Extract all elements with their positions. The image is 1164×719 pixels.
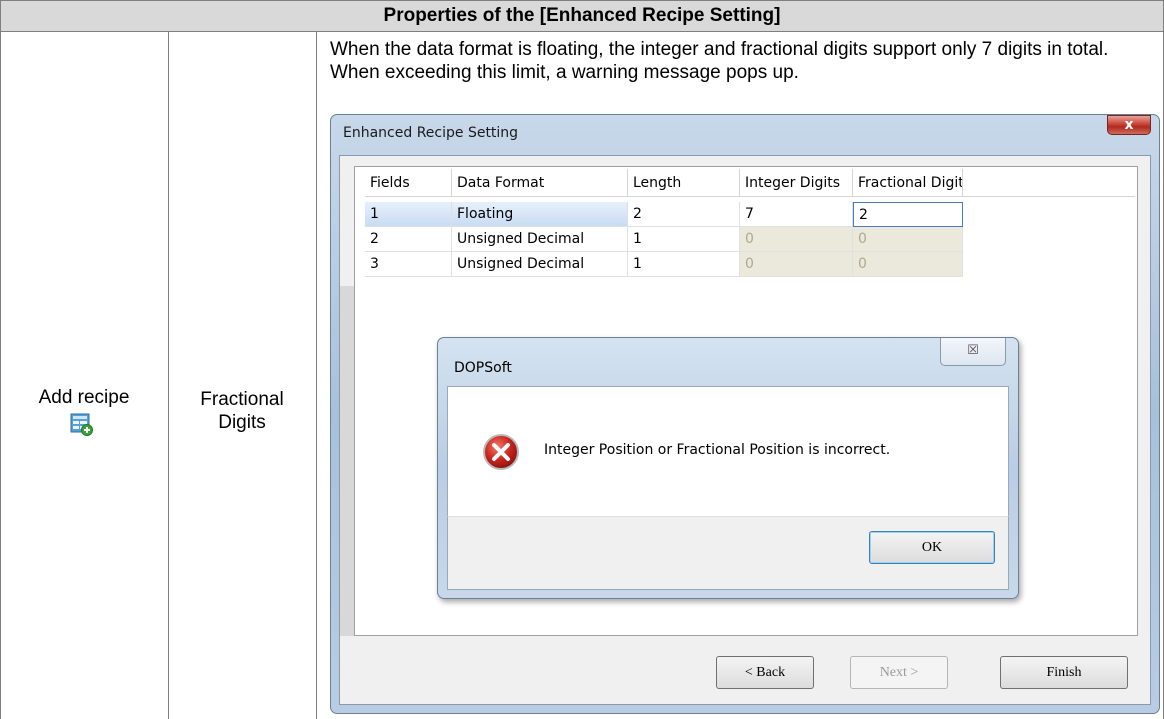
property-label: Fractional Digits bbox=[168, 388, 316, 434]
header-length[interactable]: Length bbox=[628, 169, 740, 197]
cell-field[interactable]: 1 bbox=[365, 202, 452, 227]
feature-label: Add recipe bbox=[38, 387, 130, 408]
cell-data-format[interactable]: Floating bbox=[452, 202, 628, 227]
window-close-button[interactable]: x bbox=[1107, 115, 1151, 135]
header-integer-digits[interactable]: Integer Digits bbox=[740, 169, 853, 197]
header-fields[interactable]: Fields bbox=[365, 169, 452, 197]
grid-header: Fields Data Format Length Integer Digits… bbox=[365, 169, 1135, 197]
message-box-footer: OK bbox=[447, 516, 1009, 590]
error-icon bbox=[483, 434, 519, 470]
cell-integer-digits[interactable]: 7 bbox=[740, 202, 853, 227]
add-recipe-icon bbox=[70, 413, 93, 436]
message-box-title: DOPSoft bbox=[454, 360, 512, 376]
cell-feature: Add recipe bbox=[0, 32, 168, 719]
table-row[interactable]: 2 Unsigned Decimal 1 0 0 bbox=[365, 227, 965, 252]
table-row[interactable]: 3 Unsigned Decimal 1 0 0 bbox=[365, 252, 965, 277]
cell-data-format[interactable]: Unsigned Decimal bbox=[452, 227, 628, 252]
cell-integer-digits: 0 bbox=[740, 227, 853, 252]
finish-button[interactable]: Finish bbox=[1000, 656, 1128, 689]
table-row[interactable]: 1 Floating 2 7 2 bbox=[365, 202, 965, 227]
cell-length[interactable]: 2 bbox=[628, 202, 740, 227]
message-box-close-button[interactable]: ☒ bbox=[940, 338, 1006, 366]
cell-length[interactable]: 1 bbox=[628, 227, 740, 252]
property-label-line1: Fractional bbox=[200, 389, 284, 410]
window-title: Enhanced Recipe Setting bbox=[343, 125, 519, 141]
column-divider bbox=[316, 32, 317, 719]
message-box-body: Integer Position or Fractional Position … bbox=[447, 386, 1009, 516]
window-side-strip bbox=[340, 286, 354, 636]
back-button[interactable]: < Back bbox=[716, 656, 814, 689]
description-text: When the data format is floating, the in… bbox=[330, 39, 1109, 83]
cell-data-format[interactable]: Unsigned Decimal bbox=[452, 252, 628, 277]
header-data-format[interactable]: Data Format bbox=[452, 169, 628, 197]
cell-length[interactable]: 1 bbox=[628, 252, 740, 277]
cell-integer-digits: 0 bbox=[740, 252, 853, 277]
message-text: Integer Position or Fractional Position … bbox=[544, 442, 891, 458]
cell-property: Fractional Digits bbox=[168, 32, 316, 719]
cell-fractional-digits: 0 bbox=[853, 252, 963, 277]
cell-fractional-digits[interactable]: 2 bbox=[853, 202, 963, 227]
cell-field[interactable]: 3 bbox=[365, 252, 452, 277]
next-button: Next > bbox=[850, 656, 948, 689]
cell-field[interactable]: 2 bbox=[365, 227, 452, 252]
header-fractional-digits[interactable]: Fractional Digits bbox=[853, 169, 963, 197]
ok-button[interactable]: OK bbox=[869, 531, 995, 564]
property-label-line2: Digits bbox=[218, 412, 266, 433]
cell-fractional-digits: 0 bbox=[853, 227, 963, 252]
table-header: Properties of the [Enhanced Recipe Setti… bbox=[0, 0, 1164, 32]
error-message-box: DOPSoft ☒ Integer Position or Fractional… bbox=[437, 337, 1019, 599]
